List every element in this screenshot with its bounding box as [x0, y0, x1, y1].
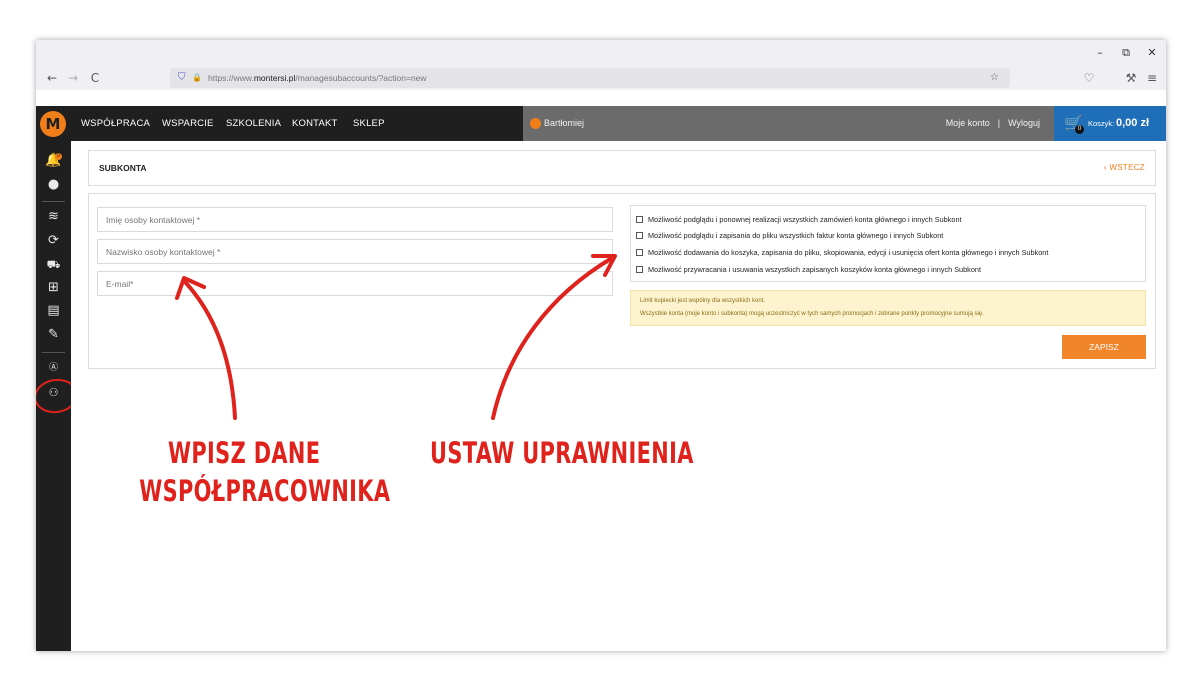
annotation-right: USTAW UPRAWNIENIA — [430, 436, 694, 470]
annotation-left-line-2: WSPÓŁPRACOWNIKA — [139, 474, 391, 508]
right-arrow-head — [591, 254, 617, 277]
annotation-left-line-1: WPISZ DANE — [168, 436, 321, 470]
left-arrow-shaft — [184, 281, 237, 420]
annotation-arrows — [175, 254, 617, 420]
right-arrow-shaft — [491, 256, 614, 420]
